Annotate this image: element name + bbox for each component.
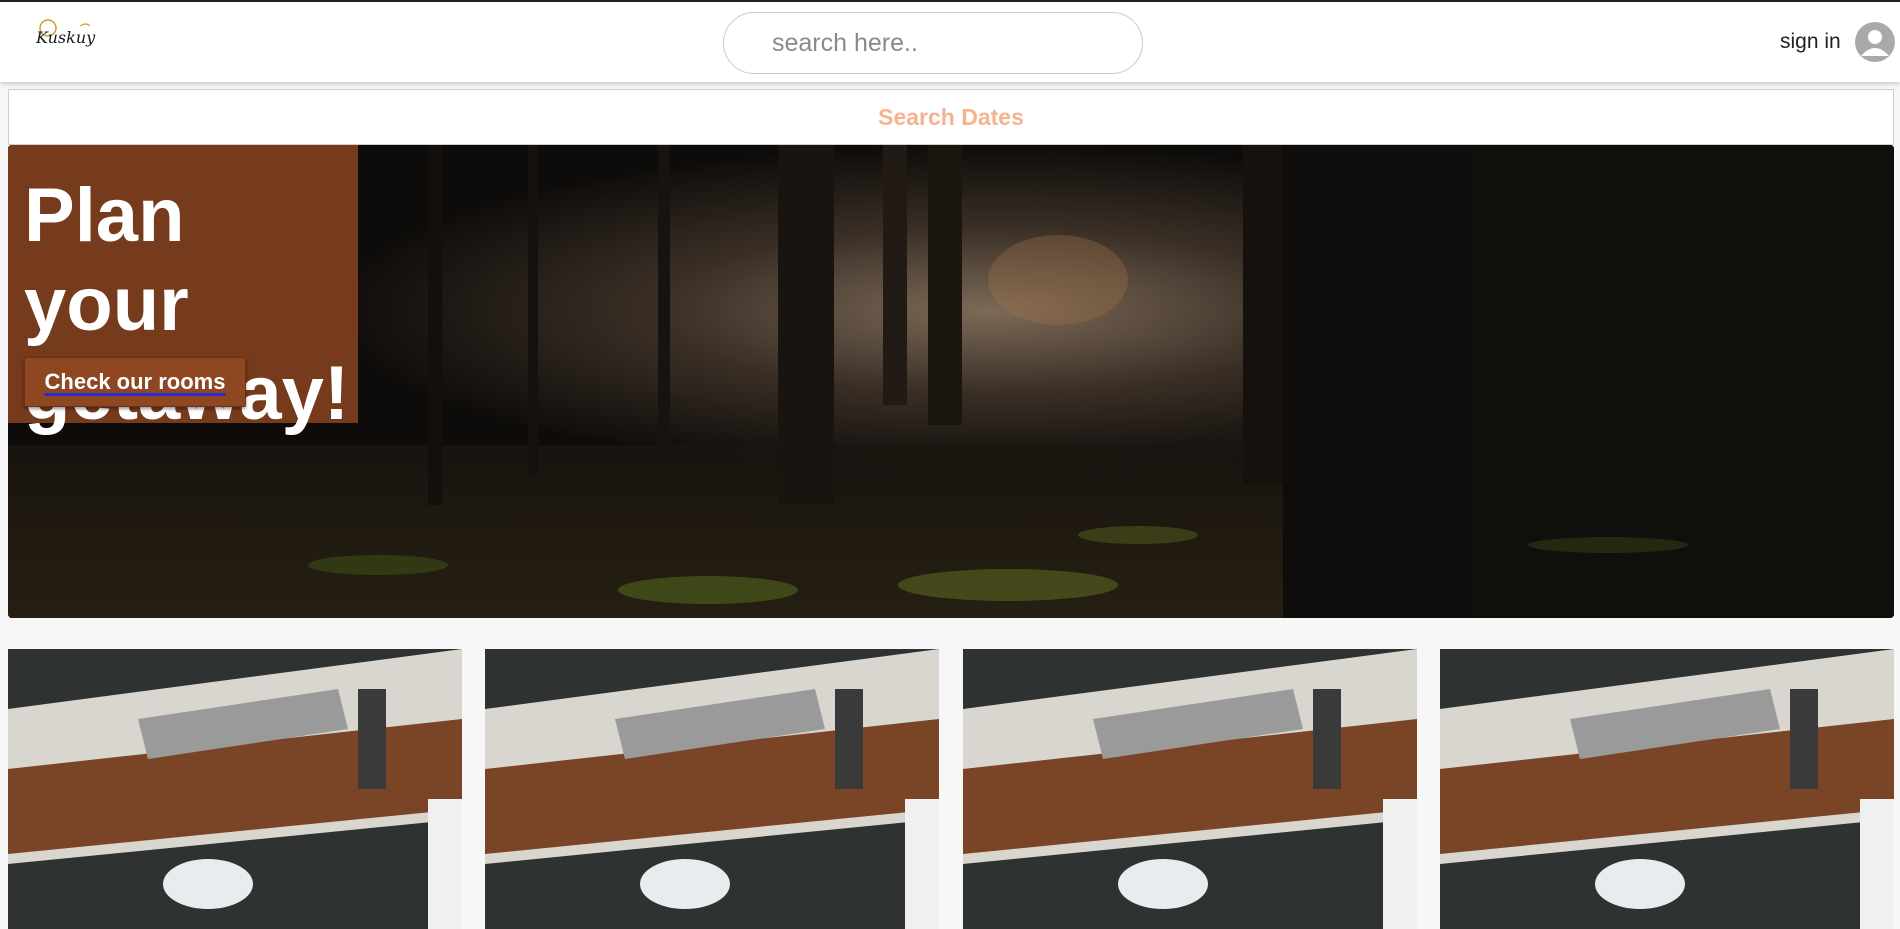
kitchen-counter-photo bbox=[1440, 649, 1894, 929]
hero-panel: Plan your getaway! Check our rooms bbox=[8, 145, 358, 436]
kitchen-counter-photo bbox=[8, 649, 462, 929]
kitchen-counter-photo bbox=[485, 649, 939, 929]
room-card[interactable] bbox=[485, 649, 939, 929]
user-avatar-icon[interactable] bbox=[1855, 22, 1895, 62]
room-cards bbox=[8, 649, 1894, 929]
room-card[interactable] bbox=[1440, 649, 1894, 929]
search-dates-button[interactable]: Search Dates bbox=[8, 89, 1894, 145]
top-navbar: Kuskuy sign in bbox=[0, 0, 1900, 82]
kitchen-counter-photo bbox=[963, 649, 1417, 929]
search-input[interactable] bbox=[724, 13, 1142, 73]
logo-text: Kuskuy bbox=[36, 28, 96, 47]
check-rooms-button-label: Check our rooms bbox=[44, 369, 226, 394]
logo[interactable]: Kuskuy bbox=[32, 16, 102, 58]
room-card[interactable] bbox=[8, 649, 462, 929]
check-rooms-button[interactable]: Check our rooms bbox=[24, 357, 246, 407]
hero-banner: Plan your getaway! Check our rooms bbox=[8, 145, 1894, 618]
search-box[interactable] bbox=[723, 12, 1143, 74]
room-card[interactable] bbox=[963, 649, 1417, 929]
sign-in-link[interactable]: sign in bbox=[1780, 30, 1841, 54]
